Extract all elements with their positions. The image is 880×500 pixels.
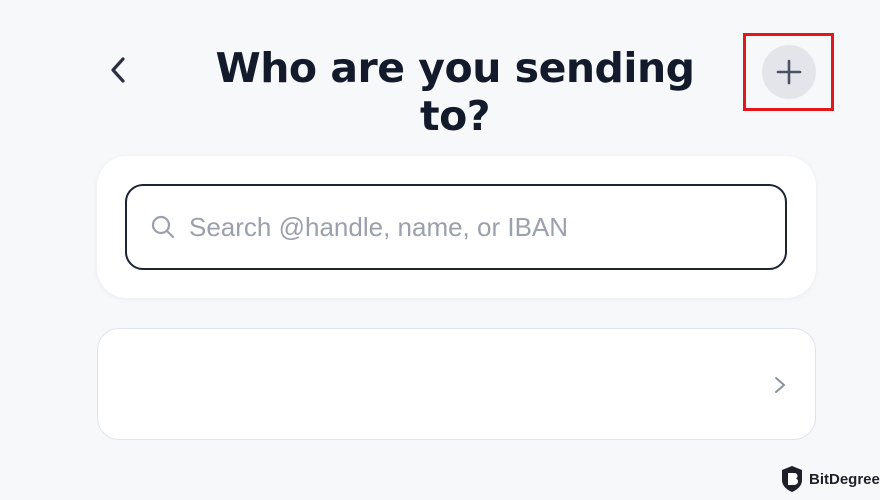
- chevron-left-icon: [111, 57, 125, 83]
- send-money-page: Who are you sending to? Search @handle, …: [0, 0, 880, 500]
- page-title: Who are you sending to?: [215, 44, 695, 140]
- watermark-text: BitDegree: [809, 470, 880, 488]
- search-card: [97, 156, 816, 298]
- search-field[interactable]: [125, 184, 787, 270]
- recipient-list-item[interactable]: [97, 328, 816, 440]
- watermark: BitDegree: [780, 465, 880, 493]
- plus-icon: [776, 59, 802, 85]
- search-input[interactable]: [189, 211, 749, 243]
- bitdegree-logo-icon: [780, 465, 804, 493]
- add-recipient-button[interactable]: [762, 45, 816, 99]
- chevron-right-icon: [775, 377, 785, 393]
- back-button[interactable]: [100, 52, 136, 88]
- search-icon: [149, 213, 177, 241]
